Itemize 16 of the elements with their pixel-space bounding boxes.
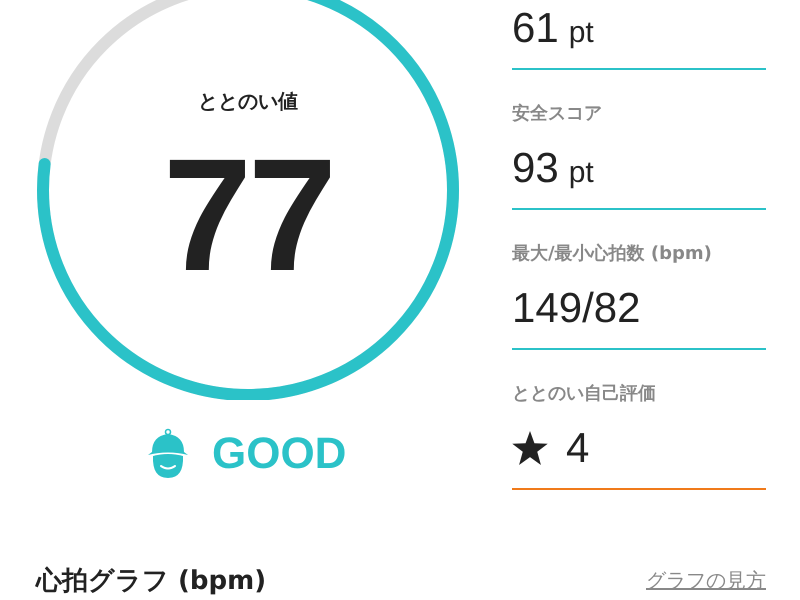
gauge-value: 77 bbox=[163, 135, 333, 295]
metric-label: 最大/最小心拍数 (bpm) bbox=[512, 242, 713, 266]
metric-label: 安全スコア bbox=[512, 102, 603, 126]
section-title: 心拍グラフ (bpm) bbox=[36, 565, 266, 598]
status-text: GOOD bbox=[212, 429, 346, 479]
metric-unit: pt bbox=[568, 156, 594, 190]
metric-value: 93 bbox=[512, 143, 559, 193]
gauge-label: ととのい値 bbox=[198, 88, 298, 115]
metric-label: ととのい自己評価 bbox=[512, 382, 657, 406]
helmet-face-icon bbox=[146, 428, 190, 480]
metric-value: 4 bbox=[566, 423, 590, 473]
metric-value: 149/82 bbox=[512, 283, 640, 333]
star-icon bbox=[512, 431, 548, 465]
metric-value: 61 bbox=[512, 3, 559, 53]
metric-unit: pt bbox=[568, 16, 594, 50]
graph-help-link[interactable]: グラフの見方 bbox=[646, 567, 766, 594]
